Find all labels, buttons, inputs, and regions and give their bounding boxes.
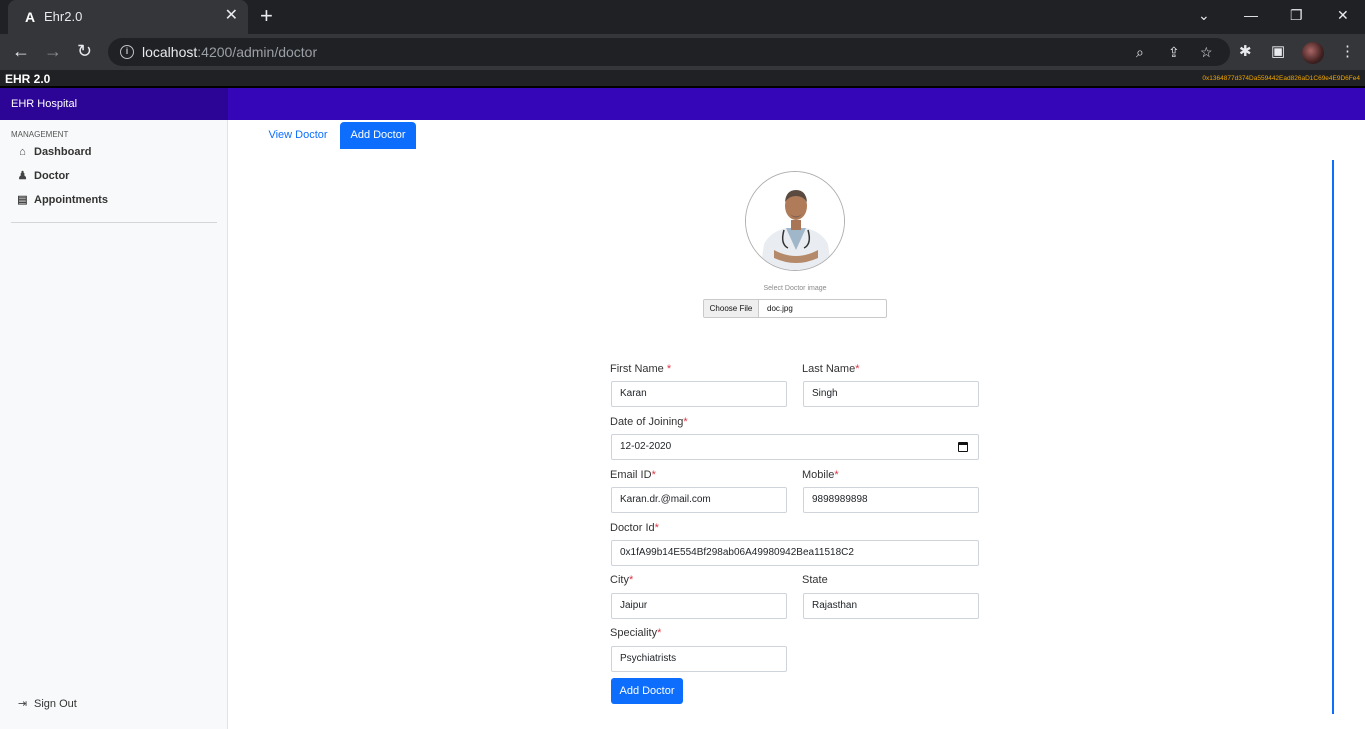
minimize-icon[interactable]: — (1244, 6, 1258, 24)
new-tab-icon[interactable]: + (260, 5, 273, 27)
sidebar-item-label: Doctor (34, 170, 70, 182)
doctor-photo (745, 171, 845, 271)
restore-icon[interactable]: ❐ (1290, 6, 1303, 24)
close-window-icon[interactable]: ✕ (1337, 6, 1349, 24)
extensions-icon[interactable]: ✱ (1239, 43, 1252, 61)
doj-label: Date of Joining* (610, 416, 688, 428)
sidebar-divider (11, 222, 217, 223)
email-label: Email ID* (610, 469, 656, 481)
side-panel-icon[interactable]: ▣ (1271, 43, 1285, 61)
calendar-icon[interactable] (958, 442, 968, 452)
first-name-field[interactable]: Karan (611, 381, 787, 407)
back-icon[interactable]: ← (12, 41, 30, 61)
date-of-joining-field[interactable]: 12-02-2020 (611, 434, 979, 460)
choose-file-button[interactable]: Choose File (704, 300, 759, 317)
app-name: EHR 2.0 (5, 72, 51, 86)
state-field[interactable]: Rajasthan (803, 593, 979, 619)
speciality-label: Speciality* (610, 627, 662, 639)
sidebar-section-label: MANAGEMENT (11, 130, 69, 139)
site-info-icon[interactable]: i (120, 45, 134, 59)
tab-view-doctor[interactable]: View Doctor (258, 122, 338, 149)
tab-search-chevron-icon[interactable]: ⌄ (1198, 6, 1210, 24)
browser-tab[interactable]: A Ehr2.0 ✕ (8, 0, 248, 34)
url-text: localhost:4200/admin/doctor (142, 44, 318, 60)
sign-out-label: Sign Out (34, 698, 77, 710)
brand-panel: EHR Hospital (0, 88, 228, 120)
sign-out-link[interactable]: ⇥ Sign Out (16, 698, 77, 710)
sidebar-item-label: Dashboard (34, 146, 92, 158)
user-icon: ♟ (17, 170, 28, 182)
mobile-label: Mobile* (802, 469, 839, 481)
profile-avatar[interactable] (1302, 42, 1324, 64)
bookmark-star-icon[interactable]: ☆ (1200, 44, 1213, 60)
image-caption: Select Doctor image (763, 285, 827, 292)
city-label: City* (610, 574, 634, 586)
menu-kebab-icon[interactable]: ⋮ (1340, 43, 1355, 61)
browser-tabbar: A Ehr2.0 ✕ + ⌄ — ❐ ✕ (0, 0, 1365, 34)
date-of-joining-value: 12-02-2020 (620, 441, 672, 452)
doctor-id-field[interactable]: 0x1fA99b14E554Bf298ab06A49980942Bea11518… (611, 540, 979, 566)
state-label: State (802, 574, 828, 586)
add-doctor-submit-button[interactable]: Add Doctor (611, 678, 683, 704)
speciality-field[interactable]: Psychiatrists (611, 646, 787, 672)
home-icon: ⌂ (19, 146, 26, 158)
sidebar-item-doctor[interactable]: ♟ Doctor (16, 168, 70, 184)
last-name-field[interactable]: Singh (803, 381, 979, 407)
sidebar-item-label: Appointments (34, 194, 108, 206)
tab-add-doctor[interactable]: Add Doctor (340, 122, 416, 149)
mobile-field[interactable]: 9898989898 (803, 487, 979, 513)
brand-bar: EHR Hospital (0, 88, 1365, 120)
app-top-bar: EHR 2.0 0x1364877d374Da559442Ead826aD1C6… (0, 70, 1365, 88)
chosen-file-name: doc.jpg (767, 304, 793, 313)
clipboard-icon: ▤ (17, 194, 28, 206)
sidebar-item-appointments[interactable]: ▤ Appointments (16, 192, 108, 208)
doctor-photo-image (746, 172, 844, 270)
doctor-image-file-input[interactable]: Choose File doc.jpg (703, 299, 887, 318)
reload-icon[interactable]: ↻ (77, 41, 92, 61)
address-bar[interactable]: i localhost:4200/admin/doctor ⌕ ⇪ ☆ (108, 38, 1230, 66)
tab-close-icon[interactable]: ✕ (225, 8, 238, 24)
brand-name[interactable]: EHR Hospital (11, 98, 77, 110)
tab-title: Ehr2.0 (44, 9, 83, 24)
doctor-id-label: Doctor Id* (610, 522, 659, 534)
content-scroll-indicator (1332, 160, 1334, 714)
angular-logo-icon: A (24, 9, 36, 25)
sign-out-icon: ⇥ (17, 698, 28, 710)
first-name-label: First Name * (610, 363, 672, 375)
wallet-address: 0x1364877d374Da559442Ead826aD1C69e4E9D6F… (1202, 75, 1360, 82)
last-name-label: Last Name* (802, 363, 860, 375)
city-field[interactable]: Jaipur (611, 593, 787, 619)
forward-icon[interactable]: → (44, 41, 62, 61)
browser-toolbar: ← → ↻ i localhost:4200/admin/doctor ⌕ ⇪ … (0, 34, 1365, 70)
sidebar-item-dashboard[interactable]: ⌂ Dashboard (16, 144, 91, 160)
zoom-icon[interactable]: ⌕ (1136, 44, 1144, 60)
email-field[interactable]: Karan.dr.@mail.com (611, 487, 787, 513)
share-icon[interactable]: ⇪ (1168, 44, 1180, 60)
sidebar: MANAGEMENT ⌂ Dashboard ♟ Doctor ▤ Appoin… (0, 120, 228, 729)
